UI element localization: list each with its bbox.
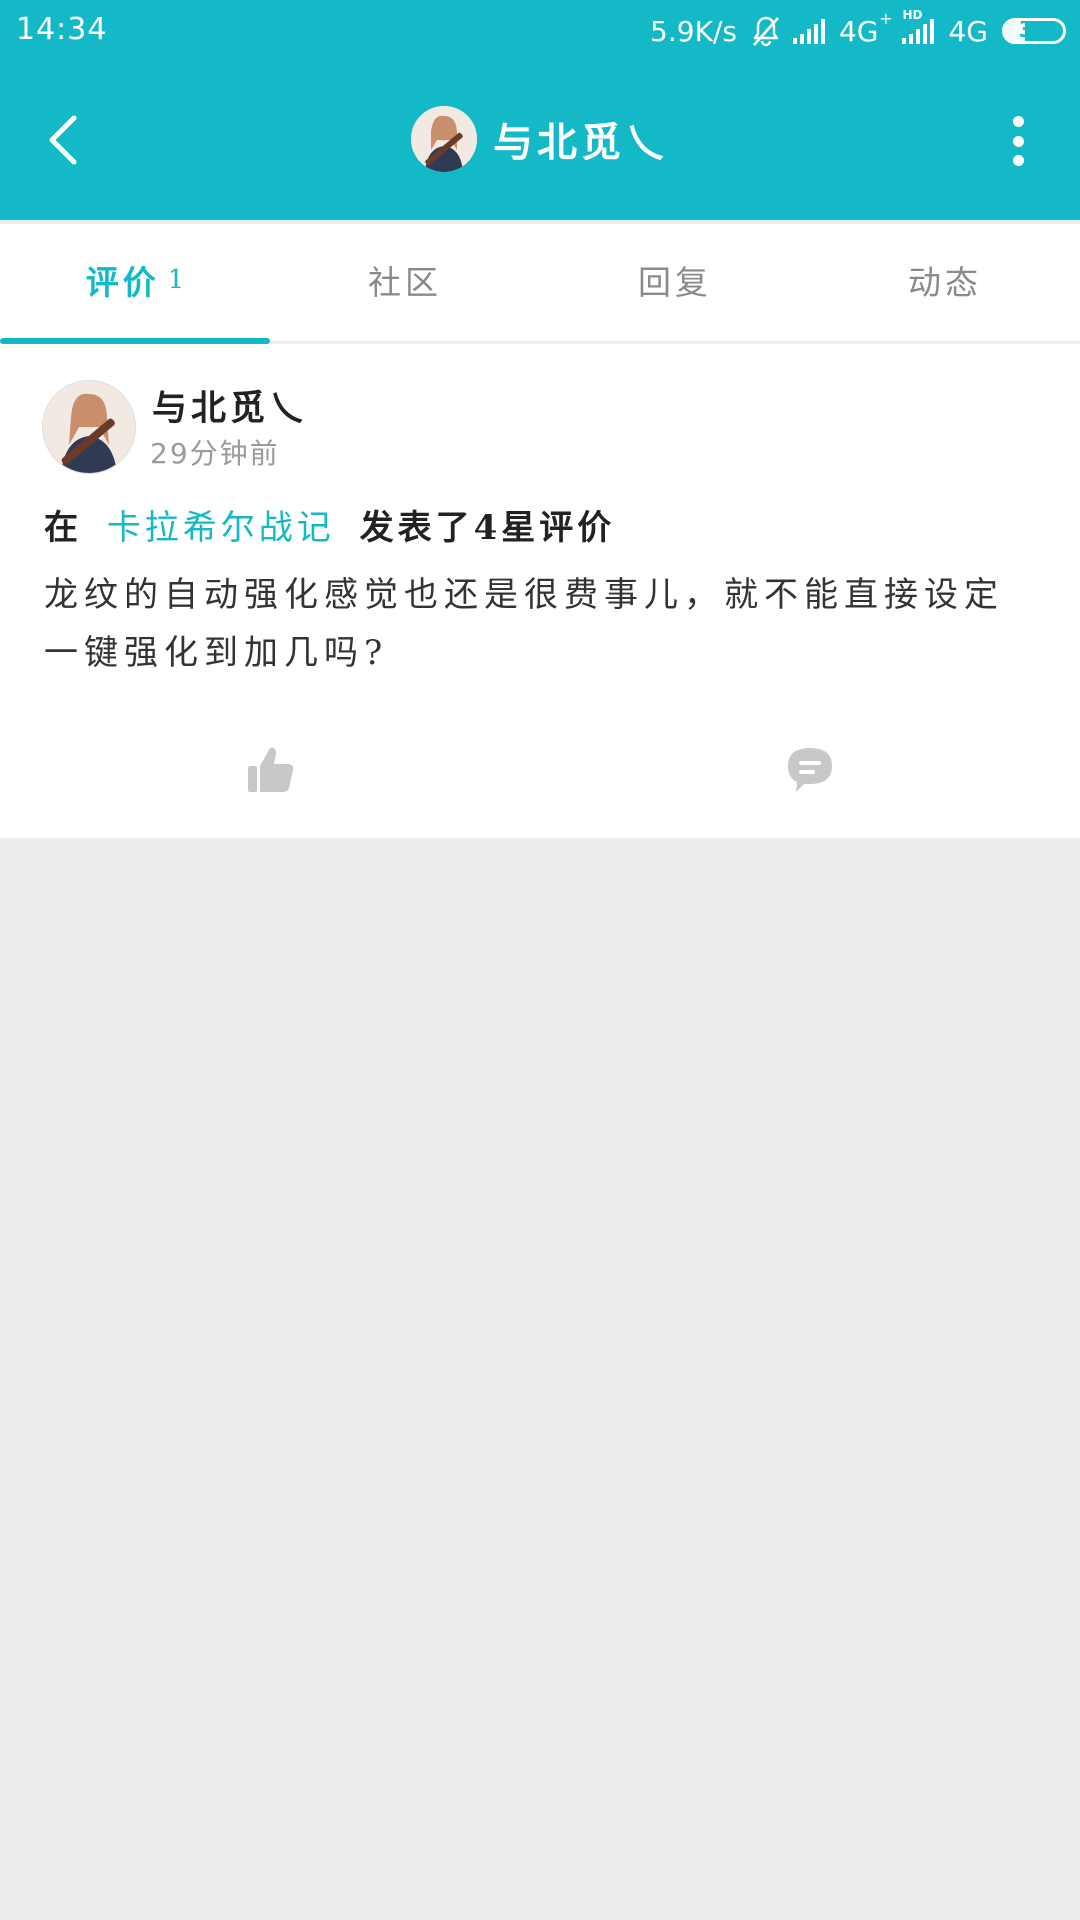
sim1-plus: + [879,8,893,28]
sim1-network-label: 4G [838,14,879,48]
tab-label: 社区 [368,262,442,302]
toolbar-title-group: 与北觅乀 [0,106,1080,172]
post-card[interactable]: 与北觅乀 29分钟前 在 卡拉希尔战记 发表了4星评价 龙纹的自动强化感觉也还是… [0,344,1080,838]
hd-label: HD [902,8,923,22]
bell-off-icon [749,14,783,48]
signal-icon [791,16,831,46]
tab-bar: 评价 1 社区 回复 动态 [0,224,1080,344]
author-name[interactable]: 与北觅乀 [152,380,308,431]
avatar[interactable] [42,380,136,474]
review-summary: 在 卡拉希尔战记 发表了4星评价 [44,500,615,549]
toolbar: 与北觅乀 [0,80,1080,200]
tab-replies[interactable]: 回复 [540,224,810,341]
game-link[interactable]: 卡拉希尔战记 [107,508,335,548]
more-vertical-icon-dot [1012,135,1024,147]
tab-activity[interactable]: 动态 [810,224,1080,341]
review-prefix: 在 [44,508,82,548]
signal-icon: HD [900,8,940,46]
tab-label: 评价 [85,262,160,302]
network-speed: 5.9K/s [650,14,737,48]
status-indicators: 5.9K/s 4G + HD 4G 35 [650,8,1066,52]
review-suffix: 发表了4星评价 [359,508,616,548]
avatar[interactable] [411,106,477,172]
battery-level: 35 [1018,18,1050,43]
sim1-network: 4G + [838,9,893,48]
comment-button[interactable] [780,740,840,800]
app-header: 14:34 5.9K/s 4G + HD 4G 35 与北觅乀 [0,0,1080,220]
tab-count: 1 [167,264,185,295]
sim2-network: 4G [948,14,988,48]
post-body: 龙纹的自动强化感觉也还是很费事儿，就不能直接设定一键强化到加几吗? [44,575,1004,673]
page-title: 与北觅乀 [493,119,669,166]
screen: 14:34 5.9K/s 4G + HD 4G 35 与北觅乀 评价 1 社区 … [0,0,1080,1920]
tab-label: 回复 [638,262,712,302]
status-time: 14:34 [16,12,108,47]
tab-reviews[interactable]: 评价 1 [0,224,270,344]
tab-label: 动态 [908,262,982,302]
more-options-button[interactable] [1006,116,1030,166]
thumbs-up-icon [248,747,294,792]
post-timestamp: 29分钟前 [150,437,280,470]
like-button[interactable] [240,740,300,800]
tab-community[interactable]: 社区 [270,224,540,341]
comment-icon [788,748,832,792]
more-vertical-icon [1012,116,1024,127]
more-vertical-icon-dot [1012,155,1024,166]
status-bar: 14:34 5.9K/s 4G + HD 4G 35 [0,0,1080,62]
battery-icon: 35 [1002,18,1066,44]
